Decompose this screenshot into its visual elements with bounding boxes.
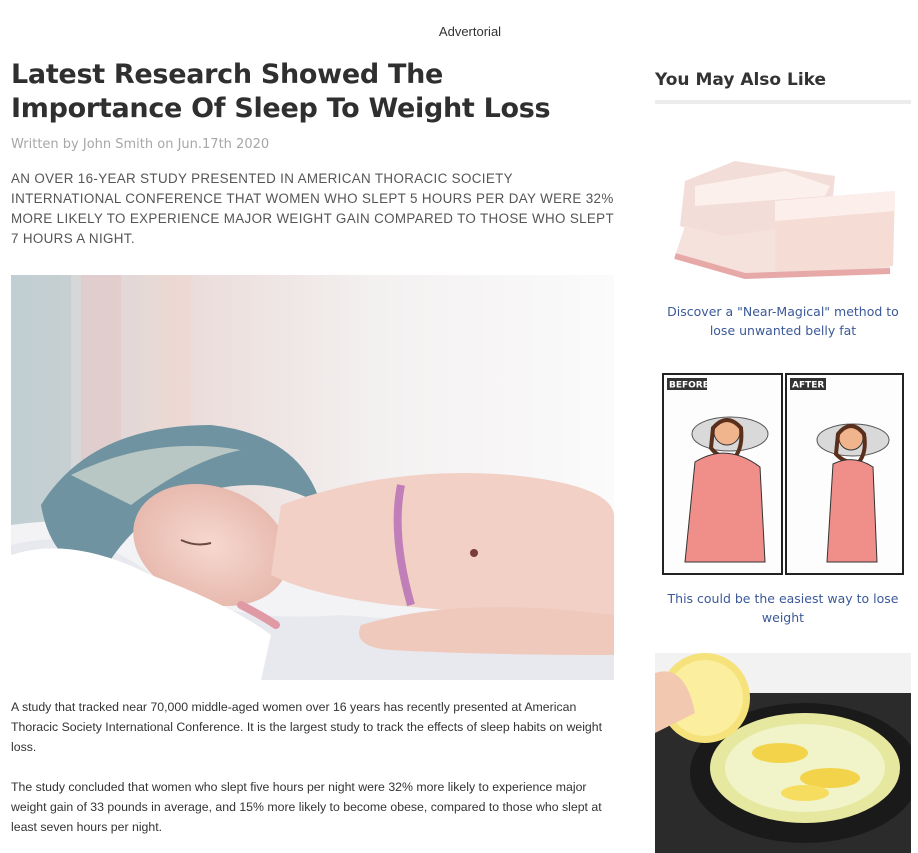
article-dek: An over 16-year study presented in Ameri… [11, 171, 614, 246]
hero-image [11, 275, 614, 680]
sidebar-card[interactable]: BEFORE AFTER This could be the easiest w… [655, 372, 911, 627]
before-label: BEFORE [669, 381, 709, 391]
article-title: Latest Research Showed The Importance Of… [11, 59, 551, 124]
article: Latest Research Showed The Importance Of… [11, 58, 615, 837]
sidebar: You May Also Like Discover a "Near-Magic… [655, 70, 911, 853]
article-byline: Written by John Smith on Jun.17th 2020 [11, 137, 270, 152]
sidebar-card[interactable]: Discover a "Near-Magical" method to lose… [655, 126, 911, 340]
sidebar-divider [655, 100, 911, 104]
belly-fat-image[interactable] [655, 126, 911, 286]
before-after-image[interactable]: BEFORE AFTER [655, 372, 911, 577]
after-label: AFTER [792, 381, 824, 391]
article-paragraph: The study concluded that women who slept… [11, 780, 602, 834]
article-paragraph: A study that tracked near 70,000 middle-… [11, 700, 603, 754]
sidebar-card-link[interactable]: Discover a "Near-Magical" method to lose… [655, 302, 911, 340]
sidebar-heading: You May Also Like [655, 70, 827, 90]
advertorial-label: Advertorial [438, 24, 502, 39]
sidebar-card[interactable] [655, 653, 911, 853]
lemon-pot-image[interactable] [655, 653, 911, 853]
sidebar-card-link[interactable]: This could be the easiest way to lose we… [655, 589, 911, 627]
